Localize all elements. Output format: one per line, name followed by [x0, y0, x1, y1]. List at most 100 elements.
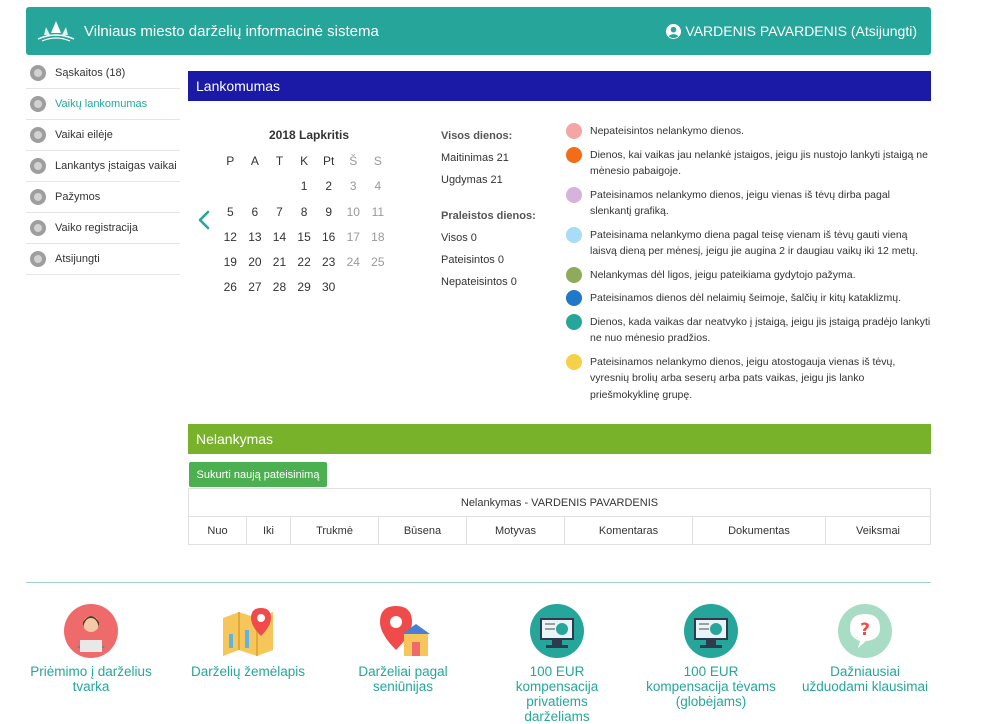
column-header[interactable]: Nuo — [189, 517, 247, 544]
calendar-day[interactable]: 30 — [316, 279, 341, 304]
calendar-day[interactable]: 29 — [292, 279, 317, 304]
legend-item: Pateisinamos dienos dėl nelaimių šeimoje… — [566, 290, 932, 307]
create-justification-button[interactable]: Sukurti naują pateisinimą — [189, 462, 327, 487]
legend-item: Pateisinamos nelankymo dienos, jeigu ato… — [566, 353, 932, 404]
sidebar-item-queue[interactable]: Vaikai eilėje — [26, 120, 180, 151]
weekday-label: Š — [349, 154, 358, 168]
weekday-label: K — [300, 154, 309, 168]
calendar-day[interactable]: 15 — [292, 229, 317, 254]
sidebar-item-label: Vaiko registracija — [55, 222, 138, 234]
column-header[interactable]: Iki — [247, 517, 291, 544]
calendar-day[interactable]: 21 — [267, 254, 292, 279]
attendance-legend: Nepateisintos nelankymo dienos. Dienos, k… — [566, 123, 932, 410]
calendar-day[interactable]: 6 — [243, 204, 268, 229]
footer-link-faq[interactable]: ? Dažniausiai užduodami klausimai — [800, 604, 930, 694]
sidebar-item-logout[interactable]: Atsijungti — [26, 244, 180, 275]
calendar-day[interactable]: 26 — [218, 279, 243, 304]
calendar-day[interactable]: 25 — [366, 254, 391, 279]
calendar-day[interactable]: 2 — [316, 178, 341, 203]
footer-link-label: 100 EUR kompensacija tėvams (globėjams) — [646, 664, 776, 709]
legend-item: Pateisinamos nelankymo dienos, jeigu vie… — [566, 186, 932, 220]
absence-panel-title: Nelankymas — [188, 424, 931, 454]
footer-link-label: Darželiai pagal seniūnijas — [358, 664, 448, 694]
weekday-label: S — [373, 154, 382, 168]
calendar-day[interactable]: 27 — [243, 279, 268, 304]
calendar-day[interactable]: 4 — [366, 178, 391, 203]
column-header[interactable]: Komentaras — [565, 517, 693, 544]
footer-link-kindergarten-map[interactable]: Darželių žemėlapis — [183, 604, 313, 679]
logout-icon — [30, 251, 46, 267]
calendar-day[interactable]: 1 — [292, 178, 317, 203]
footer-link-admission-rules[interactable]: Priėmimo į darželius tvarka — [26, 604, 156, 694]
admission-person-icon — [64, 604, 118, 658]
chevron-left-icon[interactable] — [196, 210, 212, 230]
sidebar-item-attending-children[interactable]: Lankantys įstaigas vaikai — [26, 151, 180, 182]
legend-item: Nepateisintos nelankymo dienos. — [566, 123, 932, 140]
calendar-day[interactable]: 24 — [341, 254, 366, 279]
calendar-day[interactable]: 10 — [341, 204, 366, 229]
calendar-day[interactable]: 11 — [366, 204, 391, 229]
footer-link-private-compensation[interactable]: 100 EUR kompensacija privatiems darželia… — [492, 604, 622, 724]
calendar-day[interactable]: 28 — [267, 279, 292, 304]
app-title: Vilniaus miesto darželių informacinė sis… — [84, 22, 379, 40]
calendar-day[interactable]: 14 — [267, 229, 292, 254]
sidebar: Sąskaitos (18) Vaikų lankomumas Vaikai e… — [26, 58, 180, 275]
calendar-day[interactable]: 19 — [218, 254, 243, 279]
top-header: Vilniaus miesto darželių informacinė sis… — [26, 7, 931, 55]
footer-link-by-eldership[interactable]: Darželiai pagal seniūnijas — [338, 604, 468, 694]
calendar-day[interactable]: 20 — [243, 254, 268, 279]
calendar-grid: P A T K Pt Š S 1 2 3 4 5 6 7 8 9 10 11 12 13 14 15 16 17… — [218, 153, 394, 305]
calendar-month-title: 2018 Lapkritis — [268, 128, 350, 142]
column-header[interactable]: Dokumentas — [693, 517, 826, 544]
column-header[interactable]: Būsena — [379, 517, 467, 544]
bell-icon — [30, 96, 46, 112]
legend-text: Pateisinamos dienos dėl nelaimių šeimoje… — [590, 292, 902, 304]
sidebar-item-registration[interactable]: Vaiko registracija — [26, 213, 180, 244]
column-header[interactable]: Trukmė — [291, 517, 379, 544]
calendar-day[interactable]: 17 — [341, 229, 366, 254]
meals-count: Maitinimas 21 — [441, 152, 509, 164]
legend-text: Dienos, kada vaikas dar neatvyko į įstai… — [590, 315, 931, 345]
attendance-panel-title: Lankomumas — [188, 71, 931, 101]
legend-text: Nelankymas dėl ligos, jeigu pateikiama g… — [590, 268, 856, 281]
calendar-day-empty — [243, 178, 268, 203]
calendar-day[interactable]: 18 — [366, 229, 391, 254]
sidebar-item-certificates[interactable]: Pažymos — [26, 182, 180, 213]
calendar-day[interactable]: 22 — [292, 254, 317, 279]
footer-link-parents-compensation[interactable]: 100 EUR kompensacija tėvams (globėjams) — [646, 604, 776, 709]
legend-color-dot-icon — [566, 353, 582, 370]
kindergarten-logo-icon[interactable] — [34, 17, 78, 45]
footer-link-label: Darželių žemėlapis — [190, 664, 306, 679]
sidebar-item-invoices[interactable]: Sąskaitos (18) — [26, 58, 180, 89]
legend-text: Pateisinama nelankymo diena pagal teisę … — [590, 228, 919, 258]
legend-text: Dienos, kai vaikas jau nelankė įstaigos,… — [590, 148, 928, 178]
calendar-day[interactable]: 9 — [316, 204, 341, 229]
legend-color-dot-icon — [566, 123, 582, 139]
weekday-label: P — [226, 154, 235, 168]
calendar-day[interactable]: 23 — [316, 254, 341, 279]
pencil-icon — [30, 189, 46, 205]
absence-table-header: Nuo Iki Trukmė Būsena Motyvas Komentaras… — [189, 517, 930, 544]
absence-table: Nelankymas - VARDENIS PAVARDENIS Nuo Iki… — [188, 488, 931, 545]
missed-unjustified-count: Nepateisintos 0 — [441, 276, 517, 288]
calendar-day[interactable]: 8 — [292, 204, 317, 229]
user-menu[interactable]: VARDENIS PAVARDENIS (Atsijungti) — [666, 23, 917, 39]
map-icon — [223, 608, 273, 656]
sidebar-item-label: Pažymos — [55, 191, 101, 203]
calendar-day[interactable]: 16 — [316, 229, 341, 254]
calendar-day[interactable]: 3 — [341, 178, 366, 203]
calendar-day[interactable]: 12 — [218, 229, 243, 254]
sidebar-item-attendance[interactable]: Vaikų lankomumas — [26, 89, 180, 120]
calendar-day-empty — [366, 279, 391, 304]
calendar-day[interactable]: 13 — [243, 229, 268, 254]
legend-color-dot-icon — [566, 266, 582, 283]
legend-color-dot-icon — [566, 146, 582, 163]
calendar-day[interactable]: 5 — [218, 204, 243, 229]
column-header[interactable]: Motyvas — [467, 517, 565, 544]
legend-item: Pateisinama nelankymo diena pagal teisę … — [566, 226, 932, 260]
calendar-day[interactable]: 7 — [267, 204, 292, 229]
legend-color-dot-icon — [566, 226, 582, 243]
user-name-logout-link[interactable]: VARDENIS PAVARDENIS (Atsijungti) — [685, 23, 917, 39]
legend-color-dot-icon — [566, 313, 582, 330]
column-header[interactable]: Veiksmai — [826, 517, 930, 544]
